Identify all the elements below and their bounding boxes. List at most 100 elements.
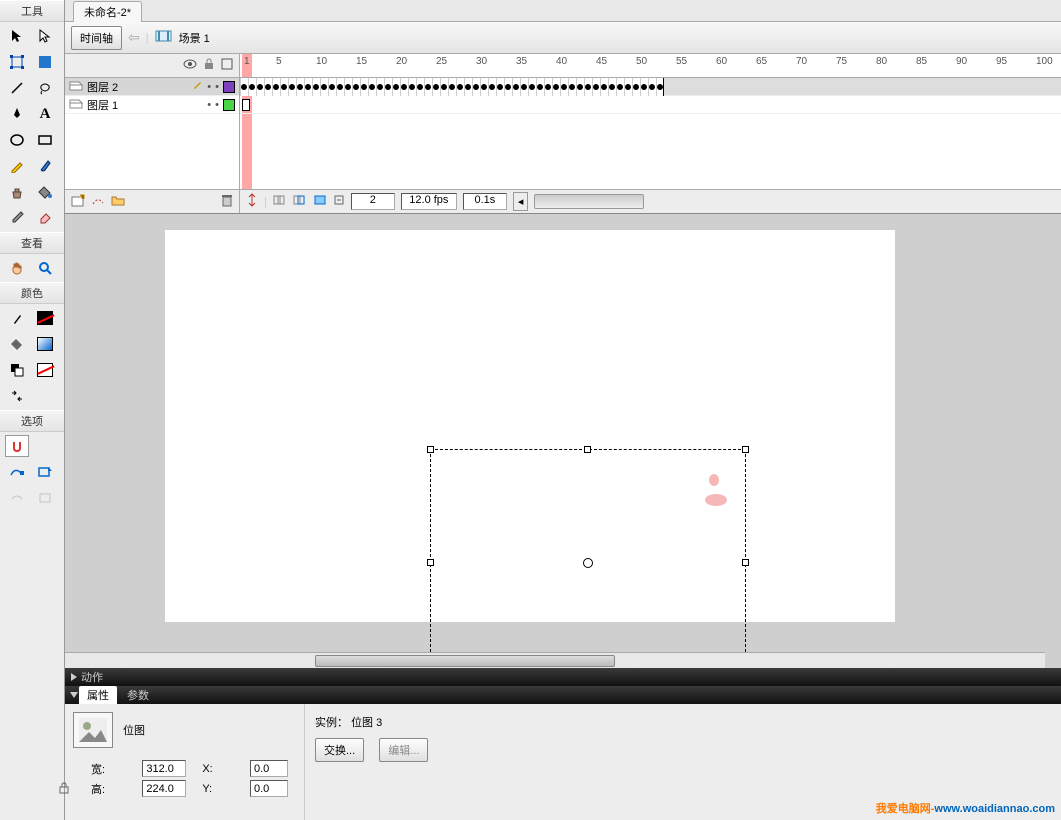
resize-handle-l[interactable]	[427, 559, 434, 566]
layer-icon	[69, 79, 83, 94]
selection-bounds[interactable]	[430, 449, 746, 668]
tab-parameters[interactable]: 参数	[119, 686, 157, 704]
eyedropper-tool[interactable]	[5, 207, 29, 229]
hand-tool[interactable]	[5, 257, 29, 279]
swap-button[interactable]: 交换...	[315, 738, 364, 762]
paint-bucket-tool[interactable]	[33, 181, 57, 203]
tool-grid-color	[0, 304, 64, 410]
oval-tool[interactable]	[5, 129, 29, 151]
lock-icon[interactable]	[204, 58, 214, 73]
new-folder-icon[interactable]	[111, 194, 125, 210]
height-input[interactable]	[142, 780, 186, 797]
frame-row[interactable]	[240, 96, 1061, 114]
doc-tab[interactable]: 未命名-2*	[73, 1, 142, 22]
tab-properties[interactable]: 属性	[79, 686, 117, 704]
y-input[interactable]	[250, 780, 288, 797]
option-smooth-icon[interactable]	[5, 461, 29, 483]
elapsed-time-field[interactable]: 0.1s	[463, 193, 507, 210]
expand-triangle-icon[interactable]	[70, 692, 78, 698]
current-frame-field[interactable]: 2	[351, 193, 395, 210]
brush-tool[interactable]	[33, 155, 57, 177]
tools-panel: 工具 A 查看 颜色 选项	[0, 0, 65, 820]
fps-field[interactable]: 12.0 fps	[401, 193, 457, 210]
back-arrow-icon[interactable]: ⇦	[128, 29, 140, 46]
selection-tool[interactable]	[5, 25, 29, 47]
resize-handle-tr[interactable]	[742, 446, 749, 453]
delete-layer-icon[interactable]	[221, 194, 233, 210]
outline-icon[interactable]	[221, 58, 233, 73]
lasso-tool[interactable]	[33, 77, 57, 99]
layer-color-swatch[interactable]	[223, 81, 235, 93]
scene-icon	[155, 29, 173, 46]
black-white-btn[interactable]	[5, 359, 29, 381]
properties-tabbar: 属性 参数	[65, 686, 1061, 704]
fill-color[interactable]	[5, 333, 29, 355]
stroke-swatch[interactable]	[33, 307, 57, 329]
stage-wrapper[interactable]	[65, 214, 1061, 668]
layer-icon	[69, 97, 83, 112]
layer-row[interactable]: 图层 1 ••	[65, 96, 239, 114]
frame-row[interactable]	[240, 78, 1061, 96]
stroke-color[interactable]	[5, 307, 29, 329]
y-label: Y:	[202, 783, 246, 795]
pencil-tool[interactable]	[5, 155, 29, 177]
layer-name: 图层 2	[87, 79, 189, 95]
pen-tool[interactable]	[5, 103, 29, 125]
onion-skin-outline-icon[interactable]	[293, 194, 307, 209]
resize-handle-tl[interactable]	[427, 446, 434, 453]
zoom-tool[interactable]	[33, 257, 57, 279]
layer-footer	[65, 189, 239, 213]
modify-markers-icon[interactable]	[333, 194, 345, 209]
scroll-left-icon[interactable]: ◂	[513, 192, 529, 211]
scene-label[interactable]: 场景 1	[179, 30, 210, 46]
resize-handle-r[interactable]	[742, 559, 749, 566]
text-tool[interactable]: A	[33, 103, 57, 125]
free-transform-tool[interactable]	[5, 51, 29, 73]
layer-row[interactable]: 图层 2 ••	[65, 78, 239, 96]
tool-grid-view	[0, 254, 64, 282]
edit-multiple-icon[interactable]	[313, 194, 327, 209]
onion-skin-icon[interactable]	[273, 194, 287, 209]
x-input[interactable]	[250, 760, 288, 777]
layer-color-swatch[interactable]	[223, 99, 235, 111]
ink-bottle-tool[interactable]	[5, 181, 29, 203]
width-input[interactable]	[142, 760, 186, 777]
stage-scrollbar-h[interactable]	[65, 652, 1045, 668]
option-straighten-icon[interactable]	[33, 461, 57, 483]
new-motion-guide-icon[interactable]	[91, 194, 105, 210]
frames-area[interactable]	[240, 78, 1061, 189]
expand-triangle-icon[interactable]	[71, 673, 77, 681]
lock-aspect-icon[interactable]	[59, 782, 69, 797]
layer-column: 图层 2 •• 图层 1 ••	[65, 54, 240, 213]
timeline-panel: 图层 2 •• 图层 1 ••	[65, 54, 1061, 214]
rectangle-tool[interactable]	[33, 129, 57, 151]
layer-name: 图层 1	[87, 97, 189, 113]
option-disabled1-icon	[5, 487, 29, 509]
view-title: 查看	[0, 232, 64, 254]
line-tool[interactable]	[5, 77, 29, 99]
doc-tab-bar: 未命名-2*	[65, 0, 1061, 22]
width-label: 宽:	[91, 761, 138, 777]
actions-collapsed-bar[interactable]: 动作	[65, 668, 1061, 686]
watermark: 我爱电脑网-www.woaidiannao.com	[876, 799, 1055, 816]
timeline-toggle-button[interactable]: 时间轴	[71, 26, 122, 50]
petal-shape	[705, 494, 727, 506]
gradient-transform-tool[interactable]	[33, 51, 57, 73]
eye-icon[interactable]	[183, 58, 197, 73]
no-color-btn[interactable]	[33, 359, 57, 381]
subselection-tool[interactable]	[33, 25, 57, 47]
edit-button[interactable]: 编辑...	[379, 738, 428, 762]
timeline-ruler[interactable]: 1 5 10 15 20 25 30 35 40 45 50 55 60 65 …	[240, 54, 1061, 78]
option-disabled2-icon	[33, 487, 57, 509]
fill-swatch[interactable]	[33, 333, 57, 355]
swap-colors-btn[interactable]	[5, 385, 29, 407]
timeline-scrollbar[interactable]	[534, 194, 644, 209]
resize-handle-t[interactable]	[584, 446, 591, 453]
eraser-tool[interactable]	[33, 207, 57, 229]
color-title: 颜色	[0, 282, 64, 304]
new-layer-icon[interactable]	[71, 194, 85, 210]
snap-magnet-icon[interactable]	[5, 435, 29, 457]
center-frame-icon[interactable]	[246, 193, 258, 210]
tool-grid-main: A	[0, 22, 64, 232]
transform-center-icon[interactable]	[583, 558, 593, 568]
